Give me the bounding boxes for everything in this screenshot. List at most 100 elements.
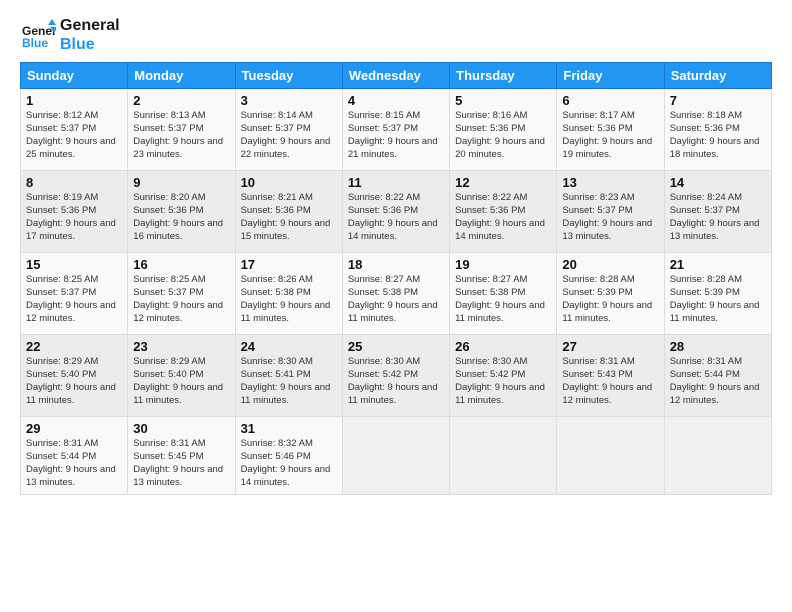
day-number: 7 xyxy=(670,93,766,108)
calendar-cell: 7 Sunrise: 8:18 AMSunset: 5:36 PMDayligh… xyxy=(664,89,771,171)
day-number: 26 xyxy=(455,339,551,354)
calendar-cell: 11 Sunrise: 8:22 AMSunset: 5:36 PMDaylig… xyxy=(342,171,449,253)
calendar-cell: 28 Sunrise: 8:31 AMSunset: 5:44 PMDaylig… xyxy=(664,335,771,417)
calendar-cell: 14 Sunrise: 8:24 AMSunset: 5:37 PMDaylig… xyxy=(664,171,771,253)
cell-info: Sunrise: 8:18 AMSunset: 5:36 PMDaylight:… xyxy=(670,110,760,159)
calendar-cell: 15 Sunrise: 8:25 AMSunset: 5:37 PMDaylig… xyxy=(21,253,128,335)
calendar-cell: 21 Sunrise: 8:28 AMSunset: 5:39 PMDaylig… xyxy=(664,253,771,335)
cell-info: Sunrise: 8:31 AMSunset: 5:45 PMDaylight:… xyxy=(133,438,223,487)
cell-info: Sunrise: 8:23 AMSunset: 5:37 PMDaylight:… xyxy=(562,192,652,241)
cell-info: Sunrise: 8:32 AMSunset: 5:46 PMDaylight:… xyxy=(241,438,331,487)
day-number: 28 xyxy=(670,339,766,354)
cell-info: Sunrise: 8:31 AMSunset: 5:44 PMDaylight:… xyxy=(26,438,116,487)
cell-info: Sunrise: 8:13 AMSunset: 5:37 PMDaylight:… xyxy=(133,110,223,159)
day-header-saturday: Saturday xyxy=(664,63,771,89)
cell-info: Sunrise: 8:12 AMSunset: 5:37 PMDaylight:… xyxy=(26,110,116,159)
calendar-cell: 30 Sunrise: 8:31 AMSunset: 5:45 PMDaylig… xyxy=(128,417,235,494)
calendar-cell xyxy=(342,417,449,494)
calendar-cell: 9 Sunrise: 8:20 AMSunset: 5:36 PMDayligh… xyxy=(128,171,235,253)
cell-info: Sunrise: 8:20 AMSunset: 5:36 PMDaylight:… xyxy=(133,192,223,241)
cell-info: Sunrise: 8:31 AMSunset: 5:43 PMDaylight:… xyxy=(562,356,652,405)
day-header-sunday: Sunday xyxy=(21,63,128,89)
days-header-row: SundayMondayTuesdayWednesdayThursdayFrid… xyxy=(21,63,772,89)
day-number: 23 xyxy=(133,339,229,354)
cell-info: Sunrise: 8:30 AMSunset: 5:42 PMDaylight:… xyxy=(455,356,545,405)
day-number: 12 xyxy=(455,175,551,190)
calendar-cell: 8 Sunrise: 8:19 AMSunset: 5:36 PMDayligh… xyxy=(21,171,128,253)
day-number: 11 xyxy=(348,175,444,190)
calendar-cell: 20 Sunrise: 8:28 AMSunset: 5:39 PMDaylig… xyxy=(557,253,664,335)
day-number: 4 xyxy=(348,93,444,108)
cell-info: Sunrise: 8:29 AMSunset: 5:40 PMDaylight:… xyxy=(26,356,116,405)
calendar-cell xyxy=(450,417,557,494)
day-number: 1 xyxy=(26,93,122,108)
day-number: 19 xyxy=(455,257,551,272)
calendar-cell: 18 Sunrise: 8:27 AMSunset: 5:38 PMDaylig… xyxy=(342,253,449,335)
calendar-cell xyxy=(664,417,771,494)
calendar-cell: 29 Sunrise: 8:31 AMSunset: 5:44 PMDaylig… xyxy=(21,417,128,494)
calendar-cell: 19 Sunrise: 8:27 AMSunset: 5:38 PMDaylig… xyxy=(450,253,557,335)
calendar-cell: 17 Sunrise: 8:26 AMSunset: 5:38 PMDaylig… xyxy=(235,253,342,335)
calendar-cell: 26 Sunrise: 8:30 AMSunset: 5:42 PMDaylig… xyxy=(450,335,557,417)
calendar-cell: 23 Sunrise: 8:29 AMSunset: 5:40 PMDaylig… xyxy=(128,335,235,417)
logo-icon: General Blue xyxy=(20,17,56,53)
day-number: 20 xyxy=(562,257,658,272)
calendar-table: SundayMondayTuesdayWednesdayThursdayFrid… xyxy=(20,62,772,494)
cell-info: Sunrise: 8:22 AMSunset: 5:36 PMDaylight:… xyxy=(455,192,545,241)
day-number: 14 xyxy=(670,175,766,190)
day-number: 18 xyxy=(348,257,444,272)
calendar-cell: 1 Sunrise: 8:12 AMSunset: 5:37 PMDayligh… xyxy=(21,89,128,171)
day-header-tuesday: Tuesday xyxy=(235,63,342,89)
cell-info: Sunrise: 8:25 AMSunset: 5:37 PMDaylight:… xyxy=(133,274,223,323)
day-number: 24 xyxy=(241,339,337,354)
day-number: 15 xyxy=(26,257,122,272)
calendar-cell: 4 Sunrise: 8:15 AMSunset: 5:37 PMDayligh… xyxy=(342,89,449,171)
day-number: 6 xyxy=(562,93,658,108)
day-number: 21 xyxy=(670,257,766,272)
day-number: 10 xyxy=(241,175,337,190)
calendar-cell: 16 Sunrise: 8:25 AMSunset: 5:37 PMDaylig… xyxy=(128,253,235,335)
day-number: 31 xyxy=(241,421,337,436)
cell-info: Sunrise: 8:28 AMSunset: 5:39 PMDaylight:… xyxy=(562,274,652,323)
day-number: 9 xyxy=(133,175,229,190)
cell-info: Sunrise: 8:22 AMSunset: 5:36 PMDaylight:… xyxy=(348,192,438,241)
cell-info: Sunrise: 8:14 AMSunset: 5:37 PMDaylight:… xyxy=(241,110,331,159)
cell-info: Sunrise: 8:25 AMSunset: 5:37 PMDaylight:… xyxy=(26,274,116,323)
calendar-cell: 22 Sunrise: 8:29 AMSunset: 5:40 PMDaylig… xyxy=(21,335,128,417)
calendar-page: General Blue General Blue SundayMondayTu… xyxy=(0,0,792,612)
cell-info: Sunrise: 8:31 AMSunset: 5:44 PMDaylight:… xyxy=(670,356,760,405)
calendar-cell: 3 Sunrise: 8:14 AMSunset: 5:37 PMDayligh… xyxy=(235,89,342,171)
logo: General Blue General Blue xyxy=(20,16,120,54)
day-header-thursday: Thursday xyxy=(450,63,557,89)
day-number: 5 xyxy=(455,93,551,108)
cell-info: Sunrise: 8:15 AMSunset: 5:37 PMDaylight:… xyxy=(348,110,438,159)
calendar-cell: 27 Sunrise: 8:31 AMSunset: 5:43 PMDaylig… xyxy=(557,335,664,417)
header: General Blue General Blue xyxy=(20,16,772,54)
cell-info: Sunrise: 8:30 AMSunset: 5:41 PMDaylight:… xyxy=(241,356,331,405)
calendar-cell: 10 Sunrise: 8:21 AMSunset: 5:36 PMDaylig… xyxy=(235,171,342,253)
day-number: 29 xyxy=(26,421,122,436)
cell-info: Sunrise: 8:27 AMSunset: 5:38 PMDaylight:… xyxy=(455,274,545,323)
cell-info: Sunrise: 8:28 AMSunset: 5:39 PMDaylight:… xyxy=(670,274,760,323)
day-number: 30 xyxy=(133,421,229,436)
svg-text:Blue: Blue xyxy=(22,36,48,50)
day-number: 8 xyxy=(26,175,122,190)
calendar-cell: 13 Sunrise: 8:23 AMSunset: 5:37 PMDaylig… xyxy=(557,171,664,253)
cell-info: Sunrise: 8:19 AMSunset: 5:36 PMDaylight:… xyxy=(26,192,116,241)
cell-info: Sunrise: 8:27 AMSunset: 5:38 PMDaylight:… xyxy=(348,274,438,323)
calendar-cell: 12 Sunrise: 8:22 AMSunset: 5:36 PMDaylig… xyxy=(450,171,557,253)
cell-info: Sunrise: 8:30 AMSunset: 5:42 PMDaylight:… xyxy=(348,356,438,405)
day-number: 25 xyxy=(348,339,444,354)
cell-info: Sunrise: 8:16 AMSunset: 5:36 PMDaylight:… xyxy=(455,110,545,159)
day-number: 3 xyxy=(241,93,337,108)
day-number: 22 xyxy=(26,339,122,354)
cell-info: Sunrise: 8:26 AMSunset: 5:38 PMDaylight:… xyxy=(241,274,331,323)
cell-info: Sunrise: 8:24 AMSunset: 5:37 PMDaylight:… xyxy=(670,192,760,241)
day-number: 17 xyxy=(241,257,337,272)
day-header-friday: Friday xyxy=(557,63,664,89)
cell-info: Sunrise: 8:17 AMSunset: 5:36 PMDaylight:… xyxy=(562,110,652,159)
calendar-cell: 24 Sunrise: 8:30 AMSunset: 5:41 PMDaylig… xyxy=(235,335,342,417)
day-header-monday: Monday xyxy=(128,63,235,89)
cell-info: Sunrise: 8:29 AMSunset: 5:40 PMDaylight:… xyxy=(133,356,223,405)
calendar-cell: 6 Sunrise: 8:17 AMSunset: 5:36 PMDayligh… xyxy=(557,89,664,171)
